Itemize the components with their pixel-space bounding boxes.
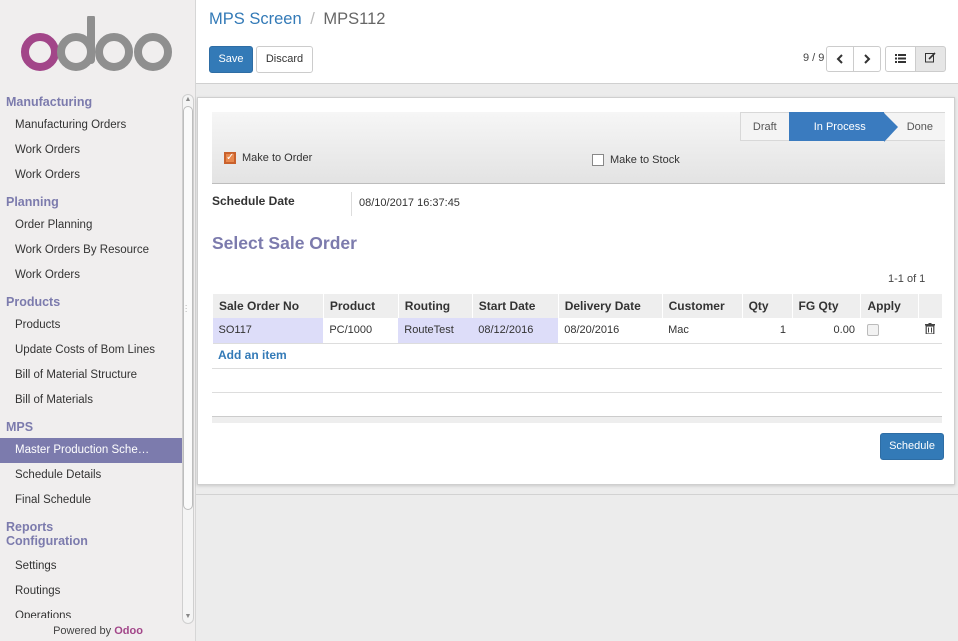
menu-item-master-production-schedule[interactable]: Master Production Sche…	[0, 438, 182, 463]
cell-sale-order-no[interactable]: SO117	[212, 318, 324, 344]
powered-by-text: Powered by	[53, 625, 112, 637]
sidebar: Manufacturing Manufacturing Orders Work …	[0, 0, 196, 641]
menu-section-planning[interactable]: Planning	[0, 188, 182, 213]
schedule-date-label: Schedule Date	[212, 194, 295, 208]
make-to-stock-field[interactable]: Make to Stock	[592, 154, 680, 166]
column-header-sale-order-no[interactable]: Sale Order No	[212, 294, 324, 318]
cell-fg-qty[interactable]: 0.00	[792, 318, 861, 344]
field-divider	[351, 192, 352, 216]
menu-item-work-orders-2[interactable]: Work Orders	[0, 163, 182, 188]
discard-button[interactable]: Discard	[256, 46, 313, 73]
menu-item-routings[interactable]: Routings	[0, 579, 182, 604]
form-view-button[interactable]	[915, 46, 946, 72]
cell-routing[interactable]: RouteTest	[398, 318, 473, 344]
column-header-start-date[interactable]: Start Date	[471, 294, 559, 318]
grip-icon: ...	[185, 299, 188, 314]
trash-icon[interactable]	[925, 323, 936, 335]
stage-draft[interactable]: Draft	[739, 112, 789, 141]
cell-qty[interactable]: 1	[742, 318, 793, 344]
menu-section-mps[interactable]: MPS	[0, 413, 182, 438]
breadcrumb-current: MPS112	[323, 10, 386, 28]
chevron-right-icon	[864, 54, 871, 64]
pager-next-button[interactable]	[853, 46, 881, 72]
menu-section-reports[interactable]: Reports	[0, 513, 182, 534]
column-header-customer[interactable]: Customer	[661, 294, 743, 318]
menu-section-products[interactable]: Products	[0, 288, 182, 313]
table-row[interactable]: SO117 PC/1000 RouteTest 08/12/2016 08/20…	[212, 318, 942, 344]
section-title: Select Sale Order	[212, 233, 357, 253]
make-to-order-label: Make to Order	[242, 152, 313, 164]
odoo-logo[interactable]	[20, 16, 176, 72]
list-view-button[interactable]	[885, 46, 916, 72]
cell-apply[interactable]	[860, 318, 919, 344]
list-icon	[895, 54, 906, 63]
empty-row-divider-2	[212, 392, 942, 393]
chevron-left-icon	[836, 54, 843, 64]
menu-item-work-orders-by-resource[interactable]: Work Orders By Resource	[0, 238, 182, 263]
record-pager: 1-1 of 1	[888, 273, 926, 285]
menu-item-settings[interactable]: Settings	[0, 554, 182, 579]
form-sheet: Draft In Process Done ✓ Make to Order Ma…	[197, 97, 955, 485]
powered-by: Powered by Odoo	[0, 625, 196, 637]
column-header-product[interactable]: Product	[322, 294, 399, 318]
breadcrumb-parent-link[interactable]: MPS Screen	[209, 10, 302, 28]
powered-by-brand[interactable]: Odoo	[114, 625, 143, 637]
cell-delivery-date[interactable]: 08/20/2016	[558, 318, 663, 344]
pager-previous-button[interactable]	[826, 46, 854, 72]
cell-customer[interactable]: Mac	[662, 318, 743, 344]
menu-section-manufacturing[interactable]: Manufacturing	[0, 88, 182, 113]
breadcrumb-separator: /	[310, 10, 315, 28]
column-header-routing[interactable]: Routing	[397, 294, 473, 318]
stage-in-process[interactable]: In Process	[788, 112, 898, 142]
menu-item-final-schedule[interactable]: Final Schedule	[0, 488, 182, 513]
make-to-order-checkbox[interactable]: ✓	[224, 152, 236, 164]
statusbar: Draft In Process Done	[739, 112, 945, 142]
cell-product[interactable]: PC/1000	[323, 318, 399, 344]
menu-item-planning-work-orders[interactable]: Work Orders	[0, 263, 182, 288]
cell-start-date[interactable]: 08/12/2016	[472, 318, 559, 344]
pager-value[interactable]: 9 / 9	[803, 52, 824, 64]
control-panel: MPS Screen / MPS112 Save Discard 9 / 9	[196, 0, 958, 84]
add-an-item-link[interactable]: Add an item	[218, 348, 287, 362]
menu-item-work-orders[interactable]: Work Orders	[0, 138, 182, 163]
sidebar-scrollbar[interactable]: ▲ ... ▼	[182, 94, 194, 624]
apply-checkbox[interactable]	[866, 324, 879, 337]
menu-item-update-costs[interactable]: Update Costs of Bom Lines	[0, 338, 182, 363]
make-to-stock-checkbox[interactable]	[592, 154, 604, 166]
column-header-delivery-date[interactable]: Delivery Date	[557, 294, 663, 318]
menu-item-manufacturing-orders[interactable]: Manufacturing Orders	[0, 113, 182, 138]
table-footer	[212, 416, 942, 423]
scroll-up-arrow-icon[interactable]: ▲	[182, 95, 194, 105]
menu-item-bom-structure[interactable]: Bill of Material Structure	[0, 363, 182, 388]
save-button[interactable]: Save	[209, 46, 253, 73]
form-header: Draft In Process Done ✓ Make to Order Ma…	[212, 112, 945, 184]
schedule-button[interactable]: Schedule	[880, 433, 944, 460]
column-header-qty[interactable]: Qty	[741, 294, 793, 318]
menu-item-bill-of-materials[interactable]: Bill of Materials	[0, 388, 182, 413]
column-header-actions	[918, 294, 942, 318]
content-divider	[196, 494, 958, 495]
column-header-apply[interactable]: Apply	[860, 294, 919, 318]
table-header-row: Sale Order No Product Routing Start Date…	[212, 294, 942, 318]
cell-delete[interactable]	[918, 318, 942, 344]
schedule-date-value[interactable]: 08/10/2017 16:37:45	[359, 197, 460, 209]
column-header-fg-qty[interactable]: FG Qty	[791, 294, 861, 318]
make-to-order-field[interactable]: ✓ Make to Order	[224, 152, 312, 164]
make-to-stock-label: Make to Stock	[610, 154, 680, 166]
empty-row-divider	[212, 368, 942, 369]
menu-section-configuration[interactable]: Configuration	[0, 530, 182, 554]
sidebar-menu: Manufacturing Manufacturing Orders Work …	[0, 88, 182, 618]
menu-item-schedule-details[interactable]: Schedule Details	[0, 463, 182, 488]
sale-order-table: Sale Order No Product Routing Start Date…	[212, 294, 942, 344]
edit-icon	[925, 52, 936, 63]
menu-item-order-planning[interactable]: Order Planning	[0, 213, 182, 238]
scroll-down-arrow-icon[interactable]: ▼	[182, 612, 194, 622]
breadcrumb: MPS Screen / MPS112	[209, 10, 385, 29]
menu-item-operations[interactable]: Operations	[0, 604, 182, 618]
menu-item-products[interactable]: Products	[0, 313, 182, 338]
form-view: Draft In Process Done ✓ Make to Order Ma…	[196, 85, 958, 641]
